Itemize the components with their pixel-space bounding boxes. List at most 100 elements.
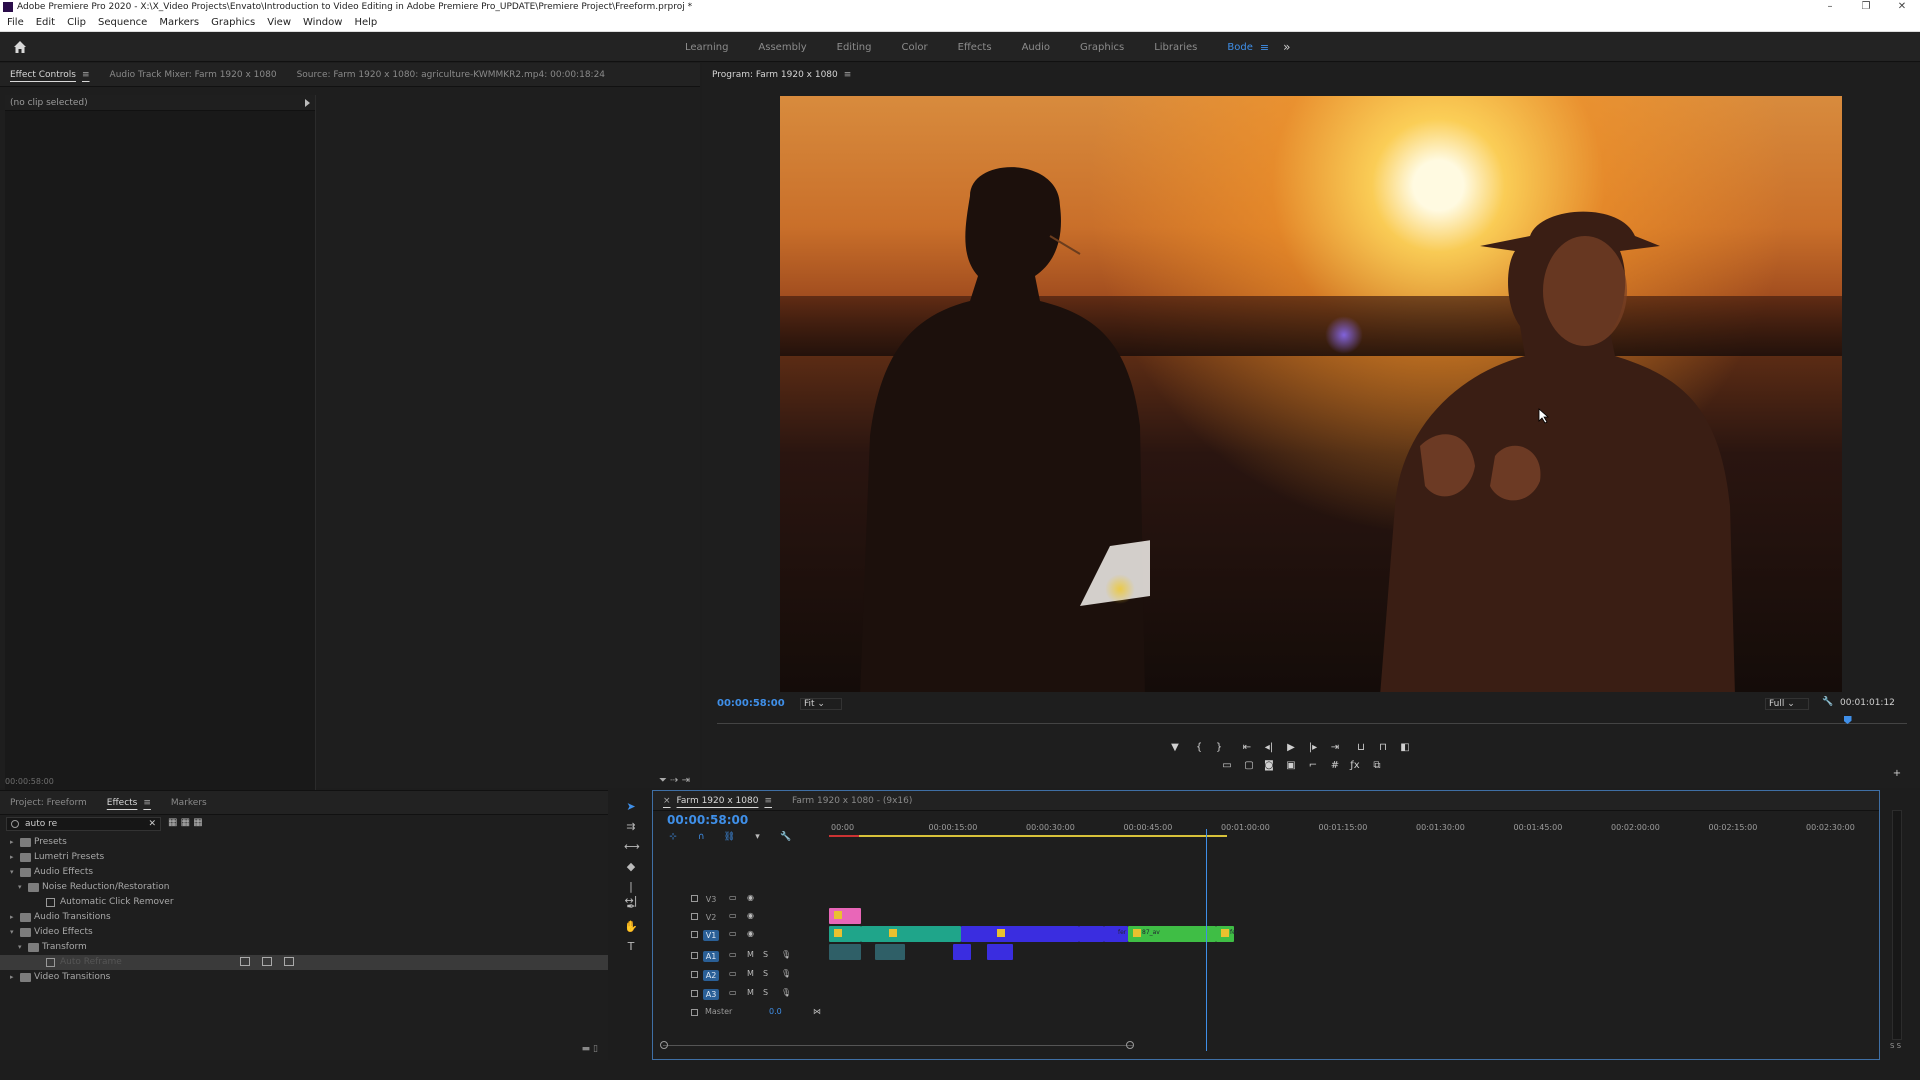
tab-project[interactable]: Project: Freeform (0, 798, 97, 808)
effects-tree-item[interactable]: ▸ Video Transitions (0, 970, 608, 985)
workspace-menu-icon[interactable]: ≡ (1260, 41, 1269, 54)
tab-sequence-farm[interactable]: × Farm 1920 x 1080 ≡ (653, 796, 782, 806)
chevron-down-icon[interactable]: ▾ (10, 865, 16, 880)
timeline-clip[interactable] (875, 944, 905, 960)
chevron-right-icon[interactable]: ▸ (10, 910, 16, 925)
effects-tree-item[interactable]: ▾ Transform (0, 940, 608, 955)
tab-effects[interactable]: Effects ≡ (97, 798, 161, 808)
linked-selection-icon[interactable]: ⛓ (723, 832, 735, 842)
mute-button[interactable]: M (747, 950, 754, 959)
sync-lock-icon[interactable]: ▭ (729, 969, 737, 978)
effects-menu-icon[interactable]: ≡ (143, 798, 151, 808)
workspace-tab-assembly[interactable]: Assembly (743, 42, 821, 53)
mute-button[interactable]: M (747, 969, 754, 978)
program-menu-icon[interactable]: ≡ (844, 70, 852, 80)
timeline-clip[interactable]: fer (1216, 926, 1238, 942)
sync-lock-icon[interactable]: ▭ (729, 911, 737, 920)
program-scrub-bar[interactable] (717, 714, 1907, 724)
export-frame-icon[interactable]: ◧ (1398, 742, 1412, 754)
safe-margins-icon[interactable]: ▭ (1220, 760, 1234, 772)
effects-tree-item[interactable]: ▸ Lumetri Presets (0, 850, 608, 865)
solo-button[interactable]: S (763, 969, 768, 978)
tab-audio-track-mixer[interactable]: Audio Track Mixer: Farm 1920 x 1080 (100, 70, 287, 80)
fx-icon[interactable]: ƒx (1348, 760, 1362, 772)
chevron-right-icon[interactable]: ▸ (10, 970, 16, 985)
add-marker-icon[interactable]: ▼ (1168, 742, 1182, 754)
timeline-clip[interactable] (829, 944, 861, 960)
mute-button[interactable]: M (747, 988, 754, 997)
mark-in-icon[interactable]: { (1192, 742, 1206, 754)
zoom-handle-right[interactable] (1126, 1041, 1134, 1049)
selection-tool-icon[interactable]: ➤ (624, 800, 638, 814)
step-forward-icon[interactable]: |▸ (1306, 742, 1320, 754)
snap-icon[interactable]: ∩ (695, 832, 707, 842)
timeline-clip[interactable] (829, 926, 861, 942)
track-lock-icon[interactable] (691, 913, 698, 920)
workspace-tab-effects[interactable]: Effects (943, 42, 1007, 53)
nest-icon[interactable]: ⊹ (667, 832, 679, 842)
track-lock-icon[interactable] (691, 895, 698, 902)
menu-markers[interactable]: Markers (152, 17, 204, 28)
track-target-toggle[interactable]: A1 (703, 951, 719, 962)
comment-icon[interactable]: ▢ (1242, 760, 1256, 772)
vu-label[interactable]: S S (1890, 1042, 1901, 1050)
menu-window[interactable]: Window (296, 17, 347, 28)
track-target-toggle[interactable]: V3 (703, 894, 719, 905)
voice-over-mic-icon[interactable]: 🎙 (781, 988, 791, 997)
razor-tool-icon[interactable]: ◆ (624, 860, 638, 874)
workspace-overflow-icon[interactable]: » (1283, 40, 1290, 54)
hand-tool-icon[interactable]: ✋ (624, 920, 638, 934)
grid-icon[interactable]: # (1328, 760, 1342, 772)
effects-tree-item[interactable]: Automatic Click Remover (0, 895, 608, 910)
track-select-tool-icon[interactable]: ⇉ (624, 820, 638, 834)
crop-icon[interactable]: ⌐ (1306, 760, 1320, 772)
menu-clip[interactable]: Clip (60, 17, 91, 28)
tab-effect-controls[interactable]: Effect Controls ≡ (0, 70, 100, 80)
go-to-in-icon[interactable]: ⇤ (1240, 742, 1254, 754)
menu-file[interactable]: File (0, 17, 29, 28)
ripple-edit-tool-icon[interactable]: ⟷ (624, 840, 640, 854)
workspace-tab-color[interactable]: Color (886, 42, 942, 53)
track-target-toggle[interactable]: V2 (703, 912, 719, 923)
close-button[interactable]: ✕ (1884, 0, 1920, 14)
track-target-toggle[interactable]: V1 (703, 930, 719, 941)
timeline-clip[interactable] (987, 944, 1013, 960)
menu-edit[interactable]: Edit (29, 17, 60, 28)
track-lock-icon[interactable] (691, 952, 698, 959)
timeline-clip[interactable] (953, 944, 971, 960)
zoom-handle-left[interactable] (660, 1041, 668, 1049)
overwrite-icon[interactable]: ⊓ (1376, 742, 1390, 754)
insert-icon[interactable]: ⊔ (1354, 742, 1368, 754)
chevron-down-icon[interactable]: ▾ (18, 880, 24, 895)
eye-icon[interactable]: ◉ (747, 911, 754, 920)
timeline-clip[interactable] (1079, 926, 1104, 942)
effects-search-input[interactable]: auto re ✕ (6, 817, 161, 831)
tab-source-monitor[interactable]: Source: Farm 1920 x 1080: agriculture-KW… (287, 70, 615, 80)
button-editor-plus-icon[interactable]: + (1890, 768, 1904, 780)
play-icon[interactable]: ▶ (1284, 742, 1298, 754)
effects-tree-item[interactable]: ▾ Audio Effects (0, 865, 608, 880)
zoom-level-select[interactable]: Fit ⌄ (800, 698, 842, 710)
tab-markers[interactable]: Markers (161, 798, 217, 808)
sync-lock-icon[interactable]: ▭ (729, 929, 737, 938)
timeline-settings-icon[interactable]: 🔧 (780, 832, 792, 842)
voice-over-mic-icon[interactable]: 🎙 (781, 950, 791, 959)
track-lock-icon[interactable] (691, 990, 698, 997)
effects-tree-item[interactable]: ▾ Video Effects (0, 925, 608, 940)
menu-help[interactable]: Help (347, 17, 382, 28)
effects-tree-item[interactable]: ▸ Audio Transitions (0, 910, 608, 925)
tab-sequence-farm-9x16[interactable]: Farm 1920 x 1080 - (9x16) (782, 796, 922, 806)
multicam-icon[interactable]: ⧉ (1370, 760, 1384, 772)
effects-tree-item[interactable]: ▸ Presets (0, 835, 608, 850)
effects-tree-item[interactable]: ▾ Noise Reduction/Restoration (0, 880, 608, 895)
sequence-menu-icon[interactable]: ≡ (764, 796, 772, 806)
playback-resolution-select[interactable]: Full ⌄ (1765, 698, 1809, 710)
effects-tree-item[interactable]: Auto Reframe (0, 955, 608, 970)
track-lock-icon[interactable] (691, 971, 698, 978)
go-to-out-icon[interactable]: ⇥ (1328, 742, 1342, 754)
mark-out-icon[interactable]: } (1212, 742, 1226, 754)
track-target-toggle[interactable]: A2 (703, 970, 719, 981)
workspace-tab-learning[interactable]: Learning (670, 42, 743, 53)
panel-menu-icon[interactable]: ≡ (82, 70, 90, 80)
menu-view[interactable]: View (260, 17, 296, 28)
